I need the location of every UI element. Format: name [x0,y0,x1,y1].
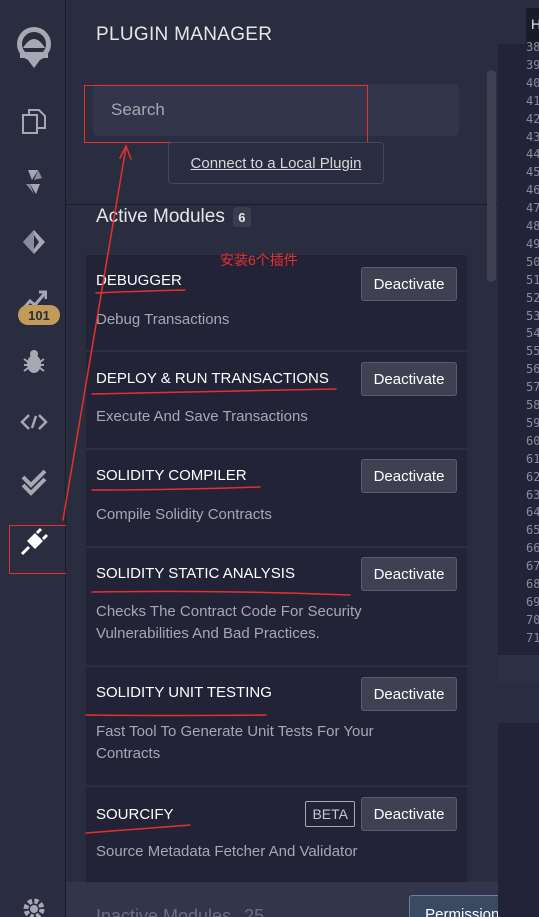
panel-title: PLUGIN MANAGER [96,24,273,45]
line-number: 66 [526,541,539,556]
connect-local-plugin-link[interactable]: Connect to a Local Plugin [168,142,384,184]
active-modules-header: Active Modules 6 [96,206,251,228]
module-solidity-compiler: SOLIDITY COMPILER Compile Solidity Contr… [86,449,467,546]
line-number: 67 [526,559,539,574]
line-number: 38 [526,40,539,54]
line-number: 56 [526,362,539,377]
module-name: SOLIDITY STATIC ANALYSIS [96,565,295,582]
module-sourcify: SOURCIFY BETA Source Metadata Fetcher An… [86,786,467,882]
inactive-modules-label: Inactive Modules [96,906,232,917]
line-number: 57 [526,380,539,395]
editor-tab[interactable]: H [526,8,539,44]
line-number: 48 [526,219,539,233]
line-number: 46 [526,183,539,198]
panel-scrollbar[interactable] [487,70,496,282]
line-number: 59 [526,415,539,430]
line-number: 42 [526,111,539,126]
annotation-box-plugin-icon [9,525,67,574]
line-number: 64 [526,505,539,520]
module-name: DEBUGGER [96,272,182,289]
line-number: 40 [526,75,539,90]
beta-tag: BETA [305,801,355,827]
terminal-header [498,655,539,683]
module-unit-testing: SOLIDITY UNIT TESTING Fast Tool To Gener… [86,666,467,785]
annotation-box-search [84,85,368,143]
line-number: 41 [526,93,539,108]
line-number: 52 [526,290,539,305]
line-number: 61 [526,451,539,466]
annotation-text: 安装6个插件 [220,252,298,268]
line-number: 39 [526,57,539,72]
editor-area: H 38 39 40 41 42 43 44 45 46 47 48 49 50 51 52 53 54 55 56… [498,0,539,917]
module-description: Fast Tool To Generate Unit Tests For You… [96,723,374,762]
line-number: 55 [526,344,539,359]
file-explorer-icon[interactable] [18,106,50,138]
module-static-analysis: SOLIDITY STATIC ANALYSIS Checks The Cont… [86,547,467,665]
line-number: 70 [526,612,539,627]
line-number: 51 [526,272,539,287]
static-analysis-icon[interactable] [18,406,50,438]
inactive-modules-header: Inactive Modules 25 [96,906,264,917]
module-description: Execute And Save Transactions [96,408,308,425]
deactivate-button[interactable]: Deactivate [361,459,457,493]
deactivate-button[interactable]: Deactivate [361,267,457,301]
module-name: SOLIDITY UNIT TESTING [96,684,272,701]
divider [66,204,498,205]
line-number: 60 [526,433,539,448]
module-description: Compile Solidity Contracts [96,506,272,523]
debugger-icon[interactable] [18,346,50,378]
line-number: 44 [526,147,539,162]
line-number: 49 [526,236,539,251]
line-number: 63 [526,487,539,502]
deactivate-button[interactable]: Deactivate [361,362,457,396]
line-number: 58 [526,398,539,412]
line-number: 71 [526,630,539,645]
active-modules-count: 6 [232,207,251,227]
notification-badge: 101 [18,305,60,325]
line-number: 43 [526,129,539,144]
line-number: 65 [526,523,539,538]
terminal-toolbar [498,683,539,723]
line-number: 50 [526,254,539,269]
module-description: Checks The Contract Code For Security Vu… [96,603,362,642]
line-number: 53 [526,308,539,323]
deactivate-button[interactable]: Deactivate [361,797,457,831]
module-deploy-run: DEPLOY & RUN TRANSACTIONS Execute And Sa… [86,351,467,448]
line-number: 45 [526,165,539,180]
line-number: 54 [526,326,539,341]
settings-icon[interactable] [18,893,50,917]
module-name: DEPLOY & RUN TRANSACTIONS [96,370,329,387]
unit-testing-icon[interactable] [18,466,50,498]
inactive-modules-count: 25 [244,906,265,917]
module-name: SOLIDITY COMPILER [96,467,247,484]
line-number: 69 [526,594,539,609]
line-number: 68 [526,577,539,591]
line-number: 47 [526,201,539,216]
solidity-compiler-icon[interactable] [18,166,50,198]
module-name: SOURCIFY [96,806,174,823]
plugin-manager-panel: PLUGIN MANAGER Connect to a Local Plugin… [66,0,523,917]
line-number: 62 [526,469,539,484]
deactivate-button[interactable]: Deactivate [361,677,457,711]
deactivate-button[interactable]: Deactivate [361,557,457,591]
icon-sidebar: 101 [0,0,67,917]
deploy-run-icon[interactable] [18,226,50,258]
active-modules-label: Active Modules [96,206,225,227]
module-description: Debug Transactions [96,311,230,328]
module-description: Source Metadata Fetcher And Validator [96,843,358,860]
remix-logo-icon[interactable] [10,22,58,70]
